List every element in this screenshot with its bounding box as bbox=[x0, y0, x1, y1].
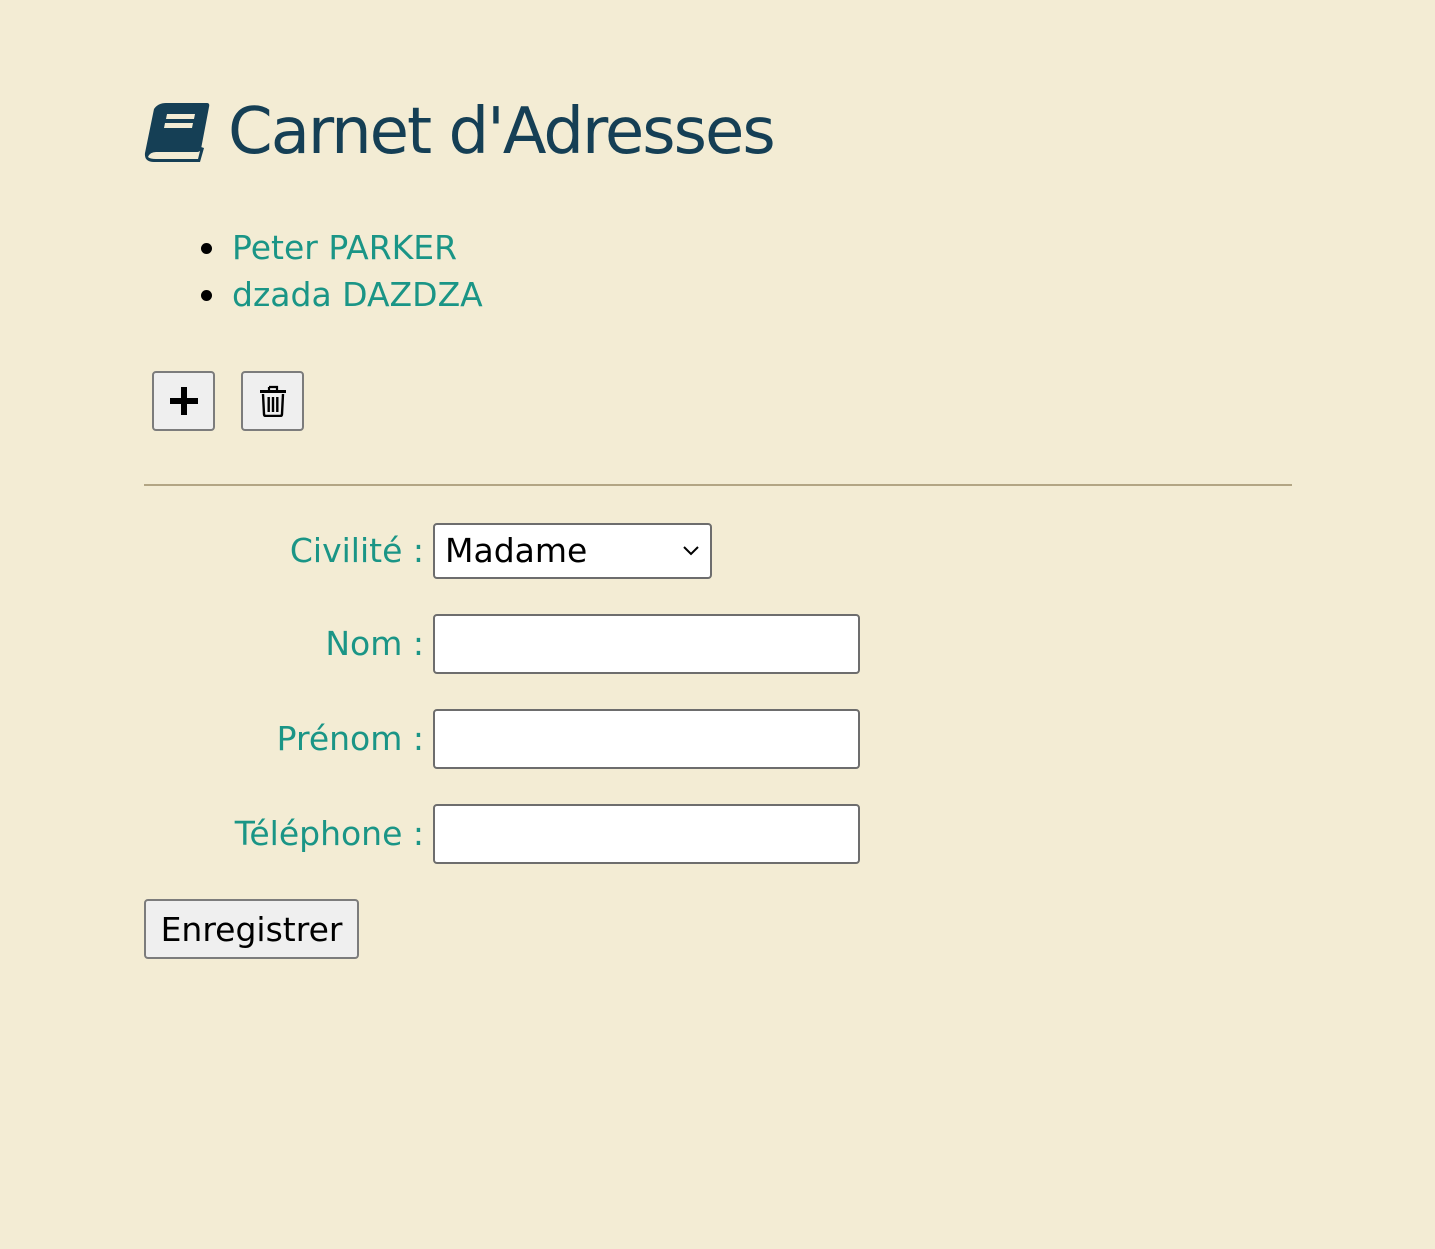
divider bbox=[144, 484, 1292, 486]
telephone-input[interactable] bbox=[433, 804, 860, 864]
nom-input[interactable] bbox=[433, 614, 860, 674]
plus-icon bbox=[169, 386, 199, 416]
civilite-label: Civilité : bbox=[289, 531, 424, 570]
form-row-civilite: Civilité : Madame bbox=[144, 521, 1292, 581]
civilite-select-value: Madame bbox=[445, 531, 588, 570]
trash-icon bbox=[259, 385, 287, 417]
page-header: Carnet d'Adresses bbox=[144, 92, 776, 172]
list-item: dzada DAZDZA bbox=[200, 271, 483, 318]
book-icon bbox=[144, 101, 210, 163]
form-row-nom: Nom : bbox=[144, 614, 1292, 674]
prenom-input[interactable] bbox=[433, 709, 860, 769]
prenom-label: Prénom : bbox=[276, 719, 424, 758]
chevron-down-icon bbox=[682, 542, 700, 560]
save-button[interactable]: Enregistrer bbox=[144, 899, 359, 959]
form-row-telephone: Téléphone : bbox=[144, 804, 1292, 864]
page-title: Carnet d'Adresses bbox=[228, 95, 776, 169]
delete-contact-button[interactable] bbox=[241, 371, 304, 431]
nom-label: Nom : bbox=[325, 624, 424, 663]
list-item: Peter PARKER bbox=[200, 224, 483, 271]
contact-link-dzada-dazdza[interactable]: dzada DAZDZA bbox=[232, 275, 483, 314]
contact-list: Peter PARKER dzada DAZDZA bbox=[200, 224, 483, 318]
civilite-select[interactable]: Madame bbox=[433, 523, 712, 579]
form-row-prenom: Prénom : bbox=[144, 709, 1292, 769]
add-contact-button[interactable] bbox=[152, 371, 215, 431]
telephone-label: Téléphone : bbox=[234, 814, 424, 853]
contact-link-peter-parker[interactable]: Peter PARKER bbox=[232, 228, 457, 267]
